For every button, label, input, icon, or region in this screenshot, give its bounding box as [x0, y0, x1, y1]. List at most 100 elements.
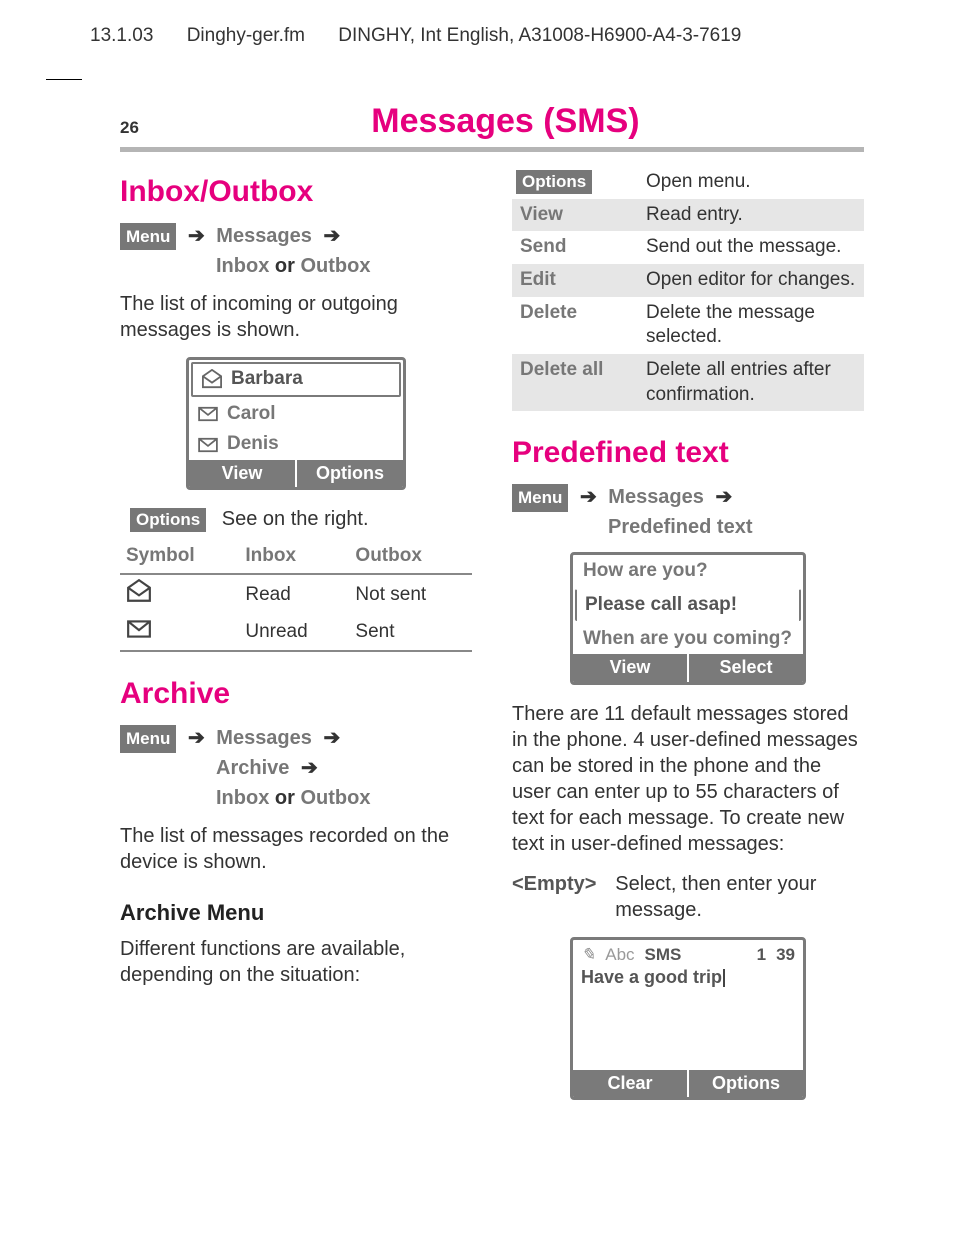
- softkey-bar: Clear Options: [573, 1070, 803, 1097]
- pencil-icon: ✎: [581, 944, 595, 966]
- empty-desc: Select, then enter your message.: [615, 871, 864, 923]
- envelope-closed-icon: [197, 406, 219, 422]
- cell-outbox: Not sent: [349, 574, 472, 615]
- list-item[interactable]: Denis: [189, 429, 403, 460]
- table-row: Edit Open editor for changes.: [512, 264, 864, 297]
- page-title-row: 26 Messages (SMS): [0, 99, 954, 143]
- path-or: or: [275, 255, 301, 277]
- softkey-clear[interactable]: Clear: [573, 1070, 687, 1097]
- softkey-select[interactable]: Select: [689, 654, 803, 681]
- nav-path-inbox: Menu ➔ Messages ➔ Inbox or Outbox: [120, 221, 472, 281]
- editor-counter-a: 1: [757, 944, 766, 966]
- list-item-label: Denis: [227, 432, 279, 457]
- th-inbox: Inbox: [239, 540, 349, 574]
- softkey-options[interactable]: Options: [297, 460, 403, 487]
- path-messages: Messages: [216, 225, 312, 247]
- archive-intro: The list of messages recorded on the dev…: [120, 823, 472, 875]
- cell-key: Delete: [512, 297, 638, 354]
- envelope-open-icon: [201, 369, 223, 389]
- options-note-row: Options See on the right.: [130, 506, 472, 532]
- symbol-table: Symbol Inbox Outbox Read Not sent: [120, 540, 472, 652]
- path-outbox: Outbox: [300, 787, 370, 809]
- list-item-label: Please call asap!: [585, 593, 737, 618]
- softkey-bar: View Options: [189, 460, 403, 487]
- cell-inbox: Unread: [239, 615, 349, 652]
- cell-val: Read entry.: [638, 199, 864, 232]
- cell-val: Send out the message.: [638, 231, 864, 264]
- list-item-label: How are you?: [583, 559, 708, 584]
- envelope-closed-icon: [126, 619, 152, 639]
- doc-header: 13.1.03 Dinghy-ger.fm DINGHY, Int Englis…: [0, 0, 954, 49]
- cell-key: Delete all: [512, 354, 638, 411]
- editor-text: Have a good trip: [581, 967, 722, 987]
- chip-menu: Menu: [512, 484, 568, 512]
- softkey-view[interactable]: View: [189, 460, 295, 487]
- nav-path-predefined: Menu ➔ Messages ➔ Predefined text: [512, 482, 864, 542]
- page-number: 26: [120, 117, 139, 143]
- path-inbox: Inbox: [216, 255, 269, 277]
- arrow-icon: ➔: [709, 486, 738, 508]
- list-item-label: When are you coming?: [583, 627, 792, 652]
- cell-key: Send: [512, 231, 638, 264]
- editor-mode-sms: SMS: [645, 944, 682, 966]
- left-column: Inbox/Outbox Menu ➔ Messages ➔ Inbox or …: [120, 166, 472, 1116]
- crop-marks: [0, 49, 954, 79]
- th-symbol: Symbol: [120, 540, 239, 574]
- list-item[interactable]: Please call asap!: [575, 589, 801, 621]
- arrow-icon: ➔: [317, 225, 346, 247]
- chip-menu: Menu: [120, 725, 176, 753]
- options-table: Options Open menu. View Read entry. Send…: [512, 166, 864, 412]
- table-row: Options Open menu.: [512, 166, 864, 199]
- path-outbox: Outbox: [300, 255, 370, 277]
- arrow-icon: ➔: [182, 727, 211, 749]
- cell-val: Delete all entries after confirmation.: [638, 354, 864, 411]
- table-row: Delete Delete the message selected.: [512, 297, 864, 354]
- envelope-closed-icon: [197, 437, 219, 453]
- chip-options: Options: [516, 170, 592, 194]
- path-predefined: Predefined text: [608, 516, 752, 538]
- cell-val: Open editor for changes.: [638, 264, 864, 297]
- arrow-icon: ➔: [574, 486, 603, 508]
- path-or: or: [275, 787, 301, 809]
- arrow-icon: ➔: [182, 225, 211, 247]
- path-messages: Messages: [608, 486, 704, 508]
- chip-menu: Menu: [120, 223, 176, 251]
- inbox-intro: The list of incoming or outgoing message…: [120, 291, 472, 343]
- cell-outbox: Sent: [349, 615, 472, 652]
- editor-mode-abc: Abc: [605, 944, 634, 966]
- list-item[interactable]: How are you?: [573, 555, 803, 587]
- text-cursor: [723, 969, 725, 987]
- table-row: View Read entry.: [512, 199, 864, 232]
- header-docref: DINGHY, Int English, A31008-H6900-A4-3-7…: [338, 25, 741, 46]
- arrow-icon: ➔: [317, 727, 346, 749]
- list-item[interactable]: Barbara: [191, 362, 401, 397]
- heading-predefined: Predefined text: [512, 433, 864, 472]
- nav-path-archive: Menu ➔ Messages ➔ Archive ➔ Inbox or Out…: [120, 723, 472, 813]
- cell-desc: Open menu.: [638, 166, 864, 199]
- heading-archive-menu: Archive Menu: [120, 899, 472, 928]
- list-item[interactable]: When are you coming?: [573, 623, 803, 655]
- options-note: See on the right.: [222, 508, 369, 530]
- empty-key: <Empty>: [512, 871, 605, 897]
- arrow-icon: ➔: [295, 757, 324, 779]
- cell-val: Delete the message selected.: [638, 297, 864, 354]
- heading-archive: Archive: [120, 674, 472, 713]
- cell-chip: Options: [512, 166, 638, 199]
- editor-text-area[interactable]: Have a good trip: [573, 966, 803, 1070]
- cell-icon: [120, 574, 239, 615]
- softkey-options[interactable]: Options: [689, 1070, 803, 1097]
- phone-predefined-list: How are you? Please call asap! When are …: [570, 552, 806, 684]
- right-column: Options Open menu. View Read entry. Send…: [512, 166, 864, 1116]
- softkey-view[interactable]: View: [573, 654, 687, 681]
- path-archive: Archive: [216, 757, 289, 779]
- archive-sub-intro: Different functions are available, depen…: [120, 936, 472, 988]
- chip-options: Options: [130, 508, 206, 532]
- cell-inbox: Read: [239, 574, 349, 615]
- page-title: Messages (SMS): [147, 99, 864, 143]
- path-inbox: Inbox: [216, 787, 269, 809]
- cell-key: Edit: [512, 264, 638, 297]
- envelope-open-icon: [126, 579, 152, 603]
- list-item[interactable]: Carol: [189, 399, 403, 430]
- phone-message-list: Barbara Carol Denis View Options: [186, 357, 406, 490]
- table-row: Unread Sent: [120, 615, 472, 652]
